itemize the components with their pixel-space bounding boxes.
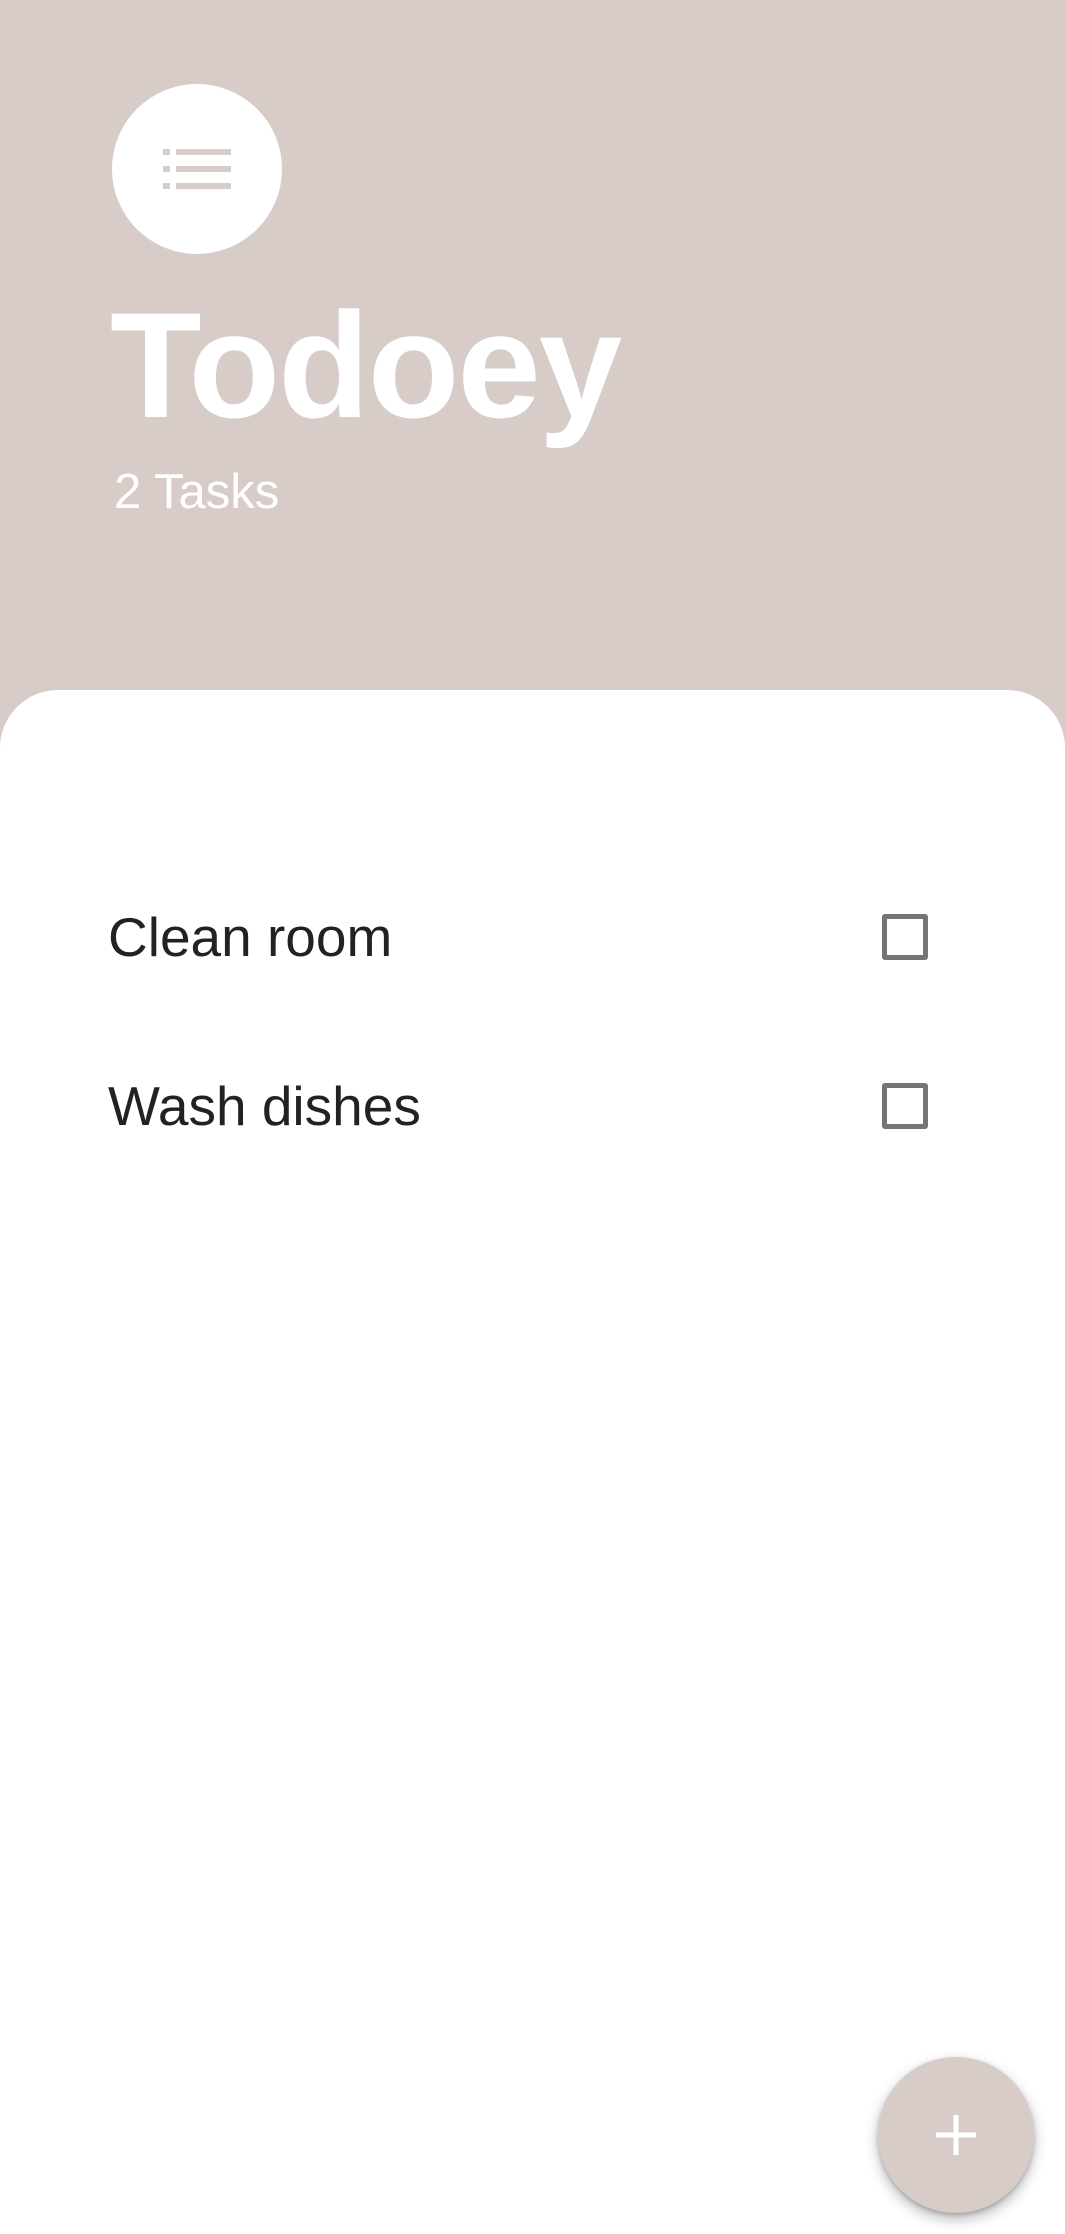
- task-sheet: Clean room Wash dishes: [0, 690, 1065, 2234]
- task-label: Wash dishes: [108, 1074, 421, 1137]
- plus-icon: [936, 2115, 976, 2155]
- task-label: Clean room: [108, 905, 393, 968]
- list-icon: [163, 149, 231, 189]
- task-list: Clean room Wash dishes: [0, 852, 1065, 1190]
- add-task-button[interactable]: [878, 2057, 1034, 2213]
- task-checkbox[interactable]: [882, 1082, 928, 1129]
- app-header: Todoey 2 Tasks: [0, 0, 1065, 690]
- task-checkbox[interactable]: [882, 913, 928, 960]
- task-item[interactable]: Clean room: [0, 852, 1065, 1021]
- task-count: 2 Tasks: [114, 465, 280, 519]
- task-item[interactable]: Wash dishes: [0, 1021, 1065, 1190]
- app-title: Todoey: [110, 281, 622, 449]
- list-icon-badge: [112, 84, 282, 254]
